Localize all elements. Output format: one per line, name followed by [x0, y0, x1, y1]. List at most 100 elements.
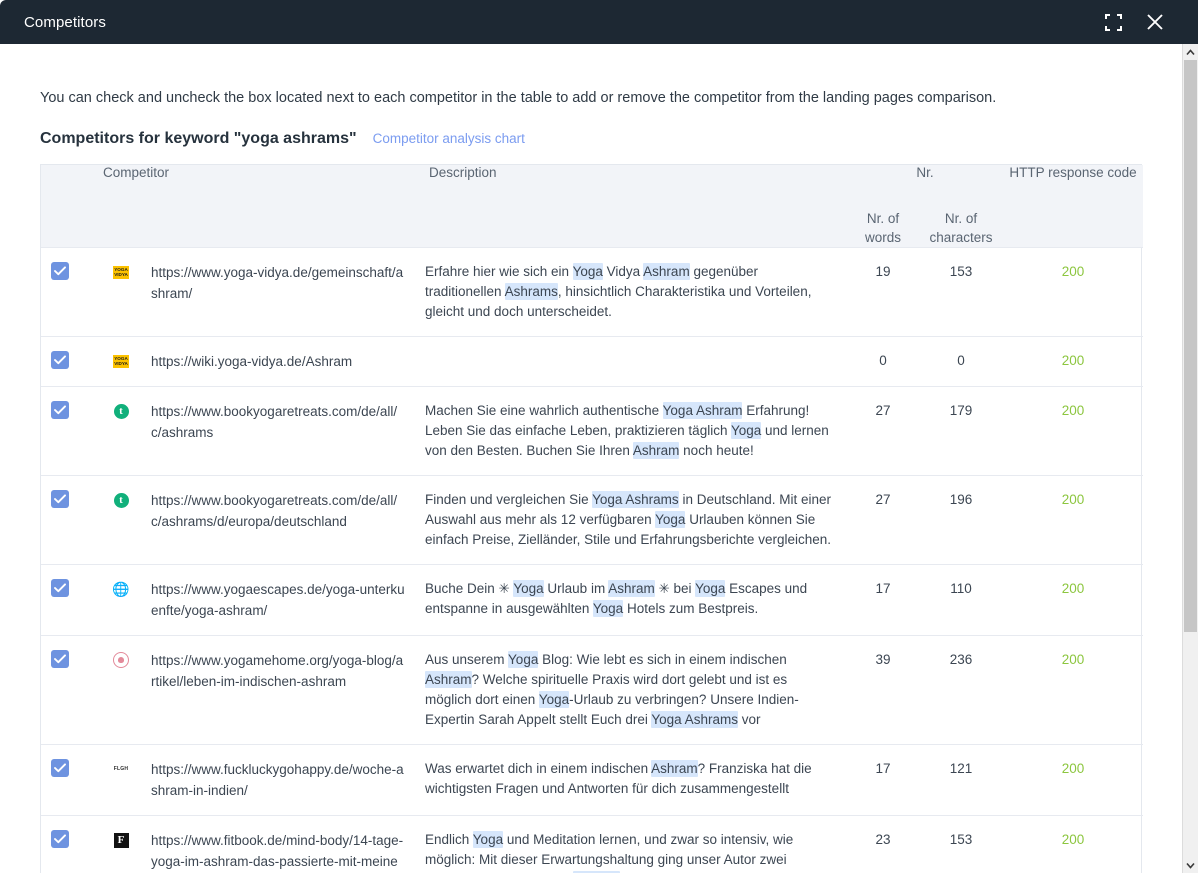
competitors-modal: Competitors You can check and uncheck th… — [0, 0, 1198, 873]
row-select-cell — [41, 248, 103, 337]
fullscreen-icon[interactable] — [1100, 9, 1126, 35]
table-row: Fhttps://www.fitbook.de/mind-body/14-tag… — [41, 816, 1143, 873]
table-row: FLGH https://www.fuckluckygohappy.de/woch… — [41, 745, 1143, 816]
http-response-code-cell: 200 — [1003, 565, 1143, 636]
nr-of-words-cell: 0 — [847, 337, 919, 387]
competitor-url[interactable]: https://www.yogamehome.org/yoga-blog/art… — [151, 650, 405, 692]
competitor-checkbox[interactable] — [51, 351, 69, 369]
table-row: https://www.yogamehome.org/yoga-blog/art… — [41, 636, 1143, 745]
keyword-highlight: Yoga — [573, 263, 603, 280]
modal-header: Competitors — [0, 0, 1182, 44]
keyword-highlight: Yoga Ashram — [663, 402, 743, 419]
description-cell: Endlich Yoga und Meditation lernen, und … — [415, 816, 847, 873]
competitor-url[interactable]: https://www.fuckluckygohappy.de/woche-as… — [151, 759, 405, 801]
competitor-cell: Fhttps://www.fitbook.de/mind-body/14-tag… — [103, 816, 415, 873]
description-cell: Buche Dein ✳ Yoga Urlaub im Ashram ✳ bei… — [415, 565, 847, 636]
description-text: Finden und vergleichen Sie Yoga Ashrams … — [425, 490, 837, 550]
competitor-checkbox[interactable] — [51, 830, 69, 848]
http-response-code-cell: 200 — [1003, 816, 1143, 873]
competitor-cell: t https://www.bookyogaretreats.com/de/all… — [103, 476, 415, 565]
nr-of-characters-cell: 0 — [919, 337, 1003, 387]
nr-of-characters-cell: 236 — [919, 636, 1003, 745]
competitor-checkbox[interactable] — [51, 401, 69, 419]
yogavidya-favicon: YOGAVIDYA — [113, 355, 129, 368]
keyword-highlight: Yoga — [731, 422, 761, 439]
keyword-highlight: Yoga — [539, 691, 569, 708]
http-response-code-cell: 200 — [1003, 387, 1143, 476]
fitbook-favicon: F — [114, 833, 129, 848]
table-row: t https://www.bookyogaretreats.com/de/all… — [41, 387, 1143, 476]
competitor-checkbox[interactable] — [51, 759, 69, 777]
table-body: YOGAVIDYA https://www.yoga-vidya.de/gemei… — [41, 248, 1143, 873]
status-badge: 200 — [1062, 581, 1085, 596]
description-cell: Erfahre hier wie sich ein Yoga Vidya Ash… — [415, 248, 847, 337]
nr-of-words-cell: 19 — [847, 248, 919, 337]
description-text: Buche Dein ✳ Yoga Urlaub im Ashram ✳ bei… — [425, 579, 837, 619]
http-response-code-cell: 200 — [1003, 745, 1143, 816]
competitor-checkbox[interactable] — [51, 579, 69, 597]
description-cell: Was erwartet dich in einem indischen Ash… — [415, 745, 847, 816]
competitor-url[interactable]: https://www.bookyogaretreats.com/de/all/… — [151, 490, 405, 532]
keyword-highlight: Ashram — [651, 760, 698, 777]
nr-of-words-cell: 39 — [847, 636, 919, 745]
table-row: YOGAVIDYAhttps://www.yoga-vidya.de/gemei… — [41, 248, 1143, 337]
status-badge: 200 — [1062, 761, 1085, 776]
bookyogaretreats-favicon: t — [114, 493, 129, 508]
http-response-code-cell: 200 — [1003, 476, 1143, 565]
keyword-highlight: Ashrams — [505, 283, 558, 300]
header-scrollbar-pad — [1182, 0, 1198, 44]
th-select — [41, 165, 103, 248]
chevron-down-icon[interactable] — [1183, 857, 1198, 873]
competitor-cell: YOGAVIDYA https://wiki.yoga-vidya.de/Ashr… — [103, 337, 415, 387]
status-badge: 200 — [1062, 652, 1085, 667]
row-select-cell — [41, 565, 103, 636]
competitors-table-wrap: Competitor Description Nr. HTTP response… — [40, 164, 1142, 873]
competitor-checkbox[interactable] — [51, 490, 69, 508]
section-header: Competitors for keyword "yoga ashrams" C… — [40, 130, 1182, 148]
keyword-highlight: Yoga — [508, 651, 538, 668]
description-text: Aus unserem Yoga Blog: Wie lebt es sich … — [425, 650, 837, 730]
section-title: Competitors for keyword "yoga ashrams" — [40, 130, 357, 148]
globe-favicon: 🌐 — [113, 581, 129, 597]
competitor-cell: FLGH https://www.fuckluckygohappy.de/woch… — [103, 745, 415, 816]
nr-of-words-cell: 17 — [847, 745, 919, 816]
fuckluckygohappy-favicon: FLGH — [114, 766, 128, 773]
instructions-text: You can check and uncheck the box locate… — [40, 88, 1182, 108]
description-cell: Finden und vergleichen Sie Yoga Ashrams … — [415, 476, 847, 565]
status-badge: 200 — [1062, 403, 1085, 418]
keyword-highlight: Ashram — [633, 442, 680, 459]
row-select-cell — [41, 636, 103, 745]
competitor-cell: https://www.yogamehome.org/yoga-blog/art… — [103, 636, 415, 745]
page-title: Competitors — [24, 14, 1100, 31]
status-badge: 200 — [1062, 264, 1085, 279]
competitor-url[interactable]: https://www.bookyogaretreats.com/de/all/… — [151, 401, 405, 443]
close-icon[interactable] — [1142, 9, 1168, 35]
competitor-url[interactable]: https://www.yogaescapes.de/yoga-unterkue… — [151, 579, 405, 621]
http-response-code-cell: 200 — [1003, 248, 1143, 337]
keyword-highlight: Yoga Ashrams — [592, 491, 679, 508]
status-badge: 200 — [1062, 832, 1085, 847]
vertical-scrollbar[interactable] — [1182, 44, 1198, 873]
competitor-url[interactable]: https://www.yoga-vidya.de/gemeinschaft/a… — [151, 262, 405, 304]
keyword-highlight: Yoga Ashrams — [651, 711, 738, 728]
status-badge: 200 — [1062, 353, 1085, 368]
description-text: Endlich Yoga und Meditation lernen, und … — [425, 830, 837, 873]
competitor-cell: 🌐 https://www.yogaescapes.de/yoga-unterku… — [103, 565, 415, 636]
scrollbar-thumb[interactable] — [1184, 60, 1197, 632]
yogamehome-favicon — [113, 652, 129, 668]
competitor-analysis-chart-link[interactable]: Competitor analysis chart — [373, 131, 525, 146]
row-select-cell — [41, 745, 103, 816]
table-row: YOGAVIDYA https://wiki.yoga-vidya.de/Ashr… — [41, 337, 1143, 387]
competitor-url[interactable]: https://wiki.yoga-vidya.de/Ashram — [151, 351, 352, 372]
keyword-highlight: Yoga — [593, 600, 623, 617]
row-select-cell — [41, 816, 103, 873]
keyword-highlight: Yoga — [473, 831, 503, 848]
competitor-checkbox[interactable] — [51, 650, 69, 668]
bookyogaretreats-favicon: t — [114, 404, 129, 419]
competitor-checkbox[interactable] — [51, 262, 69, 280]
keyword-highlight: Ashram — [608, 580, 655, 597]
table-head: Competitor Description Nr. HTTP response… — [41, 165, 1143, 248]
competitor-url[interactable]: https://www.fitbook.de/mind-body/14-tage… — [151, 830, 405, 873]
nr-of-characters-cell: 179 — [919, 387, 1003, 476]
chevron-up-icon[interactable] — [1183, 44, 1198, 60]
